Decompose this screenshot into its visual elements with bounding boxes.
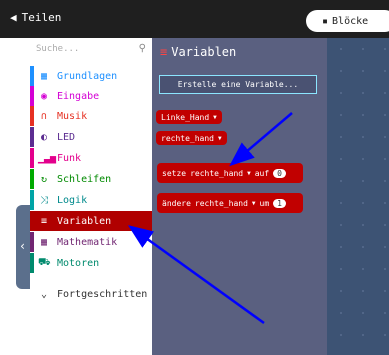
category-mathematik[interactable]: ▦ Mathematik xyxy=(30,232,152,252)
list-icon: ≡ xyxy=(40,215,48,227)
make-variable-button[interactable]: Erstelle eine Variable... xyxy=(159,75,317,94)
dropdown-icon: ▼ xyxy=(213,113,217,121)
search-input[interactable]: Suche... ⚲ xyxy=(36,43,148,58)
list-icon: ≡ xyxy=(160,45,168,59)
chevron-down-icon: ⌄ xyxy=(40,288,48,300)
headphones-icon: ∩ xyxy=(40,110,48,122)
dropdown-icon: ▼ xyxy=(251,199,256,207)
category-grundlagen[interactable]: ▦ Grundlagen xyxy=(30,66,152,86)
grid-icon: ▦ xyxy=(40,70,48,82)
target-icon: ◉ xyxy=(40,90,48,102)
value-input[interactable]: 0 xyxy=(273,168,286,178)
share-button[interactable]: ◀ Teilen xyxy=(10,11,61,24)
category-fortgeschritten[interactable]: ⌄ Fortgeschritten xyxy=(30,284,152,304)
change-variable-block[interactable]: ändere rechte_hand ▼ um 1 xyxy=(157,193,303,213)
share-icon: ◀ xyxy=(10,11,17,24)
toggle-icon: ◐ xyxy=(40,131,48,143)
category-motoren[interactable]: ⛟ Motoren xyxy=(30,253,152,273)
chevron-left-icon: ‹ xyxy=(19,239,27,253)
puzzle-icon: ▪ xyxy=(322,15,329,27)
category-funk[interactable]: ▁▃▅ Funk xyxy=(30,148,152,168)
toolbox: Suche... ⚲ ▦ Grundlagen ◉ Eingabe ∩ Musik ◐… xyxy=(30,38,152,355)
simulator-panel xyxy=(0,38,30,355)
calculator-icon: ▦ xyxy=(40,236,48,248)
category-eingabe[interactable]: ◉ Eingabe xyxy=(30,86,152,106)
shuffle-icon: ⤨ xyxy=(40,194,48,206)
loop-icon: ↻ xyxy=(40,173,48,185)
signal-icon: ▁▃▅ xyxy=(38,152,57,164)
search-icon: ⚲ xyxy=(138,43,146,54)
flyout-title: ≡ Variablen xyxy=(160,45,237,59)
variable-block-rechte-hand[interactable]: rechte_hand ▼ xyxy=(156,131,227,145)
category-led[interactable]: ◐ LED xyxy=(30,127,152,147)
blocks-toggle-button[interactable]: ▪ Blöcke xyxy=(306,10,389,32)
variables-flyout: ≡ Variablen Erstelle eine Variable... Li… xyxy=(152,38,327,355)
dropdown-icon: ▼ xyxy=(217,134,222,142)
value-input[interactable]: 1 xyxy=(273,198,286,208)
top-bar: ◀ Teilen ▪ Blöcke xyxy=(0,0,389,38)
set-variable-block[interactable]: setze rechte_hand ▼ auf 0 xyxy=(157,163,303,183)
car-icon: ⛟ xyxy=(38,256,51,268)
category-variablen[interactable]: ≡ Variablen xyxy=(30,211,152,231)
variable-block-linke-hand[interactable]: Linke_Hand ▼ xyxy=(156,110,222,124)
category-musik[interactable]: ∩ Musik xyxy=(30,106,152,126)
category-schleifen[interactable]: ↻ Schleifen xyxy=(30,169,152,189)
dropdown-icon: ▼ xyxy=(247,169,251,177)
category-logik[interactable]: ⤨ Logik xyxy=(30,190,152,210)
